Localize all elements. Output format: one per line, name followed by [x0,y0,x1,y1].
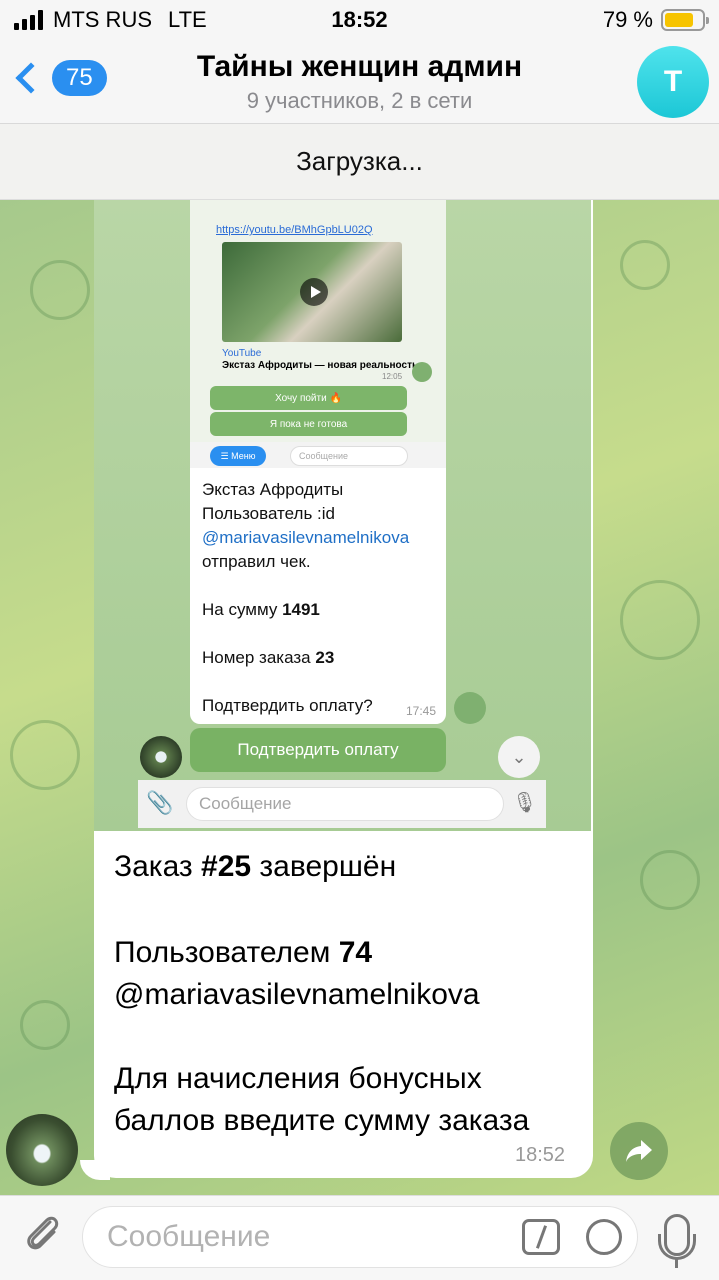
message-line2-pre: Пользователем [114,936,339,969]
inner-message: Экстаз Афродиты Пользователь :id @mariav… [190,468,446,724]
inner-msg-line1: Экстаз Афродиты [202,480,344,499]
inner-sum-label: На сумму [202,600,283,619]
message-line3: Для начисления бонусных [114,1062,482,1095]
command-icon[interactable] [522,1219,560,1255]
inner-order: Номер заказа 23 [202,648,334,668]
chevron-down-icon: ⌄ [498,736,540,778]
inner-confirm-button: Подтвердить оплату [190,728,446,772]
inner-yt-title: Экстаз Афродиты — новая реальность [222,360,419,371]
chat-avatar[interactable]: T [637,46,709,118]
message-line4: баллов введите сумму заказа [114,1104,530,1137]
inner-small-input: Сообщение [290,446,408,466]
inner-sum-value: 1491 [282,600,320,619]
inner-msg-mention: @mariavasilevnamelnikova [202,528,410,547]
paperclip-icon[interactable] [20,1210,64,1254]
sender-avatar[interactable] [6,1114,78,1186]
inner-order-label: Номер заказа [202,648,316,667]
message-line1: Заказ #25 завершён [114,846,396,888]
attached-screenshot[interactable]: https://youtu.be/BMhGpbLU02Q YouTube Экс… [94,200,591,831]
sticker-icon[interactable] [586,1219,622,1255]
inner-input-field: Сообщение [186,787,504,821]
chat-subtitle: 9 участников, 2 в сети [246,88,473,113]
chat-title[interactable]: Тайны женщин админ [0,50,719,84]
inner-order-value: 23 [315,648,335,667]
inner-msg-line2: Пользователь :id [202,504,335,523]
message-mention[interactable]: @mariavasilevnamelnikova [114,974,480,1016]
status-bar: MTS RUS LTE 18:52 79 % [0,0,719,40]
forward-icon [626,1140,652,1162]
inner-forward-icon [412,362,432,382]
inner-yt-source: YouTube [222,348,262,359]
inner-forward-button [454,692,486,724]
message-line2: Пользователем 74 [114,932,372,974]
battery-percent: 79 % [602,7,653,32]
message-user-number: 74 [338,936,373,969]
inner-button-not-ready: Я пока не готова [210,412,407,436]
play-icon [300,278,328,306]
battery-fill [665,13,694,27]
inner-menu-button: ☰ Меню [210,446,266,466]
chat-header: 75 Тайны женщин админ 9 участников, 2 в … [0,40,719,124]
inner-confirm-question: Подтвердить оплату? [202,696,373,715]
battery-icon [661,9,709,31]
status-right: 79 % [602,7,709,33]
loading-banner: Загрузка... [0,124,719,200]
inner-paperclip-icon: 📎 [146,790,174,815]
message-line1-pre: Заказ [114,850,202,883]
inner-avatar [140,736,182,778]
inner-yt-time: 12:05 [382,372,403,381]
microphone-leg [675,1258,678,1268]
inner-msg-time: 17:45 [405,704,436,718]
message-line1-post: завершён [251,850,397,883]
inner-link: https://youtu.be/BMhGpbLU02Q [216,224,373,236]
inner-microphone-icon: 🎙 [512,792,538,814]
message-time: 18:52 [515,1144,566,1166]
inner-button-go: Хочу пойти 🔥 [210,386,407,410]
inner-msg-line3: отправил чек. [202,552,311,571]
message-order-number: #25 [201,850,252,883]
forward-button[interactable] [610,1122,668,1180]
inner-sum: На сумму 1491 [202,600,320,620]
